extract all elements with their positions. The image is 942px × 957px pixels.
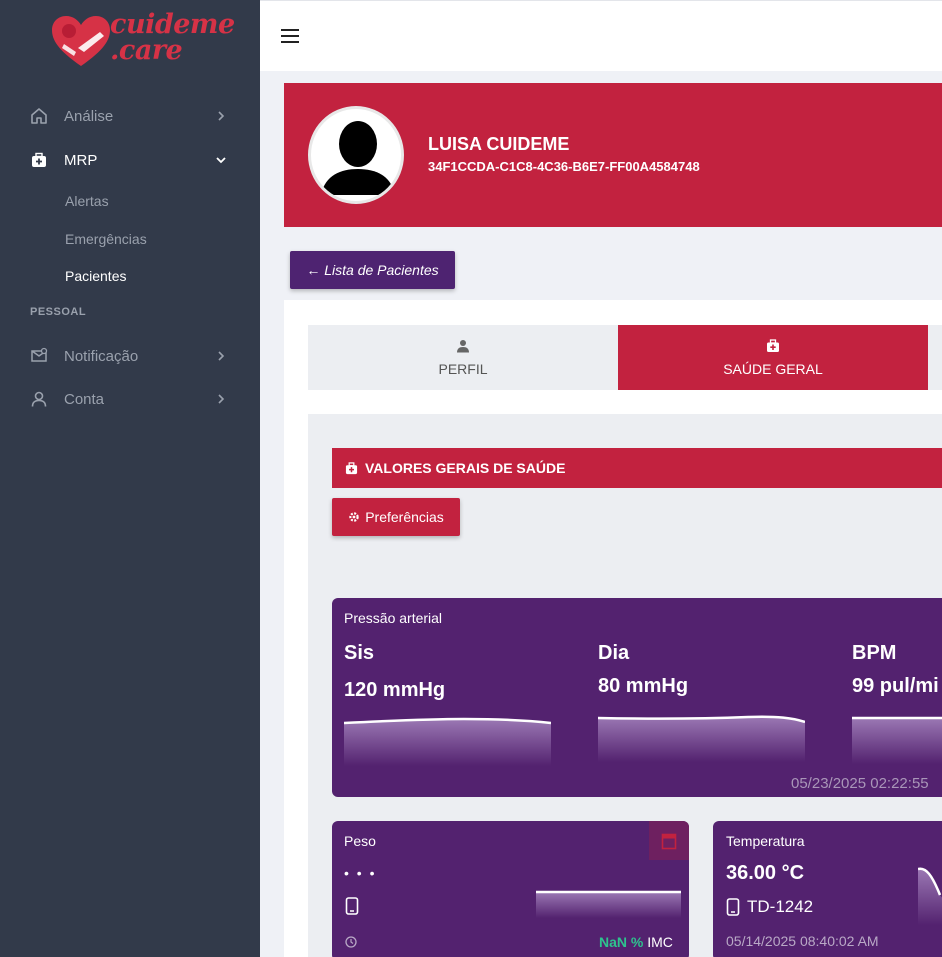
metric-label: Dia [598,642,630,664]
sidebar-item-label: Conta [64,390,105,408]
medkit-icon [32,152,46,167]
metric-value: 80 mmHg [598,675,689,697]
brand-logo[interactable]: cuideme .care [50,10,235,70]
phone-icon [726,898,740,916]
tab-saude-geral[interactable]: SAÚDE GERAL [618,325,928,390]
blood-pressure-card[interactable]: Pressão arterial Sis 120 mmHg Dia 80 mmH… [332,598,942,797]
mail-check-icon [31,347,48,362]
medkit-icon [767,338,779,352]
sidebar-subitem-pacientes[interactable]: Pacientes [65,268,126,284]
section-label-pessoal: PESSOAL [30,306,87,318]
metric-value: 120 mmHg [344,679,446,701]
systolic-metric: Sis 120 mmHg [344,642,445,702]
loading-dots: • • • [344,865,377,881]
sidebar-subitem-emergencias[interactable]: Emergências [65,231,147,247]
systolic-sparkline [344,717,551,766]
timestamp: 05/14/2025 08:40:02 AM [726,933,879,949]
preferences-button[interactable]: Preferências [332,498,460,536]
diastolic-sparkline [598,715,805,762]
medkit-icon [345,461,358,474]
section-header: VALORES GERAIS DE SAÚDE [332,448,942,488]
gear-icon [349,512,359,522]
metric-label: Sis [344,642,375,664]
chevron-right-icon [218,351,225,361]
device-info: TD-1242 [726,897,813,917]
sidebar-item-notificacao[interactable]: Notificação [0,336,260,376]
phone-icon [345,897,359,915]
sidebar-item-analise[interactable]: Análise [0,96,260,136]
tab-label: PERFIL [438,360,488,377]
imc-readout: NaN % IMC [599,934,673,950]
sidebar-item-label: Análise [64,107,114,125]
chevron-right-icon [218,111,225,121]
sidebar-subitem-alertas[interactable]: Alertas [65,193,109,209]
user-silhouette-icon [321,121,395,195]
calendar-button[interactable] [649,821,689,860]
chevron-down-icon [216,157,226,164]
heart-hand-icon [52,16,110,66]
timestamp: 05/23/2025 02:22:55 [791,775,929,792]
patient-name: LUISA CUIDEME [428,134,570,154]
device-id: TD-1242 [747,897,814,916]
temperature-sparkline [918,867,942,925]
user-icon [457,339,469,352]
card-title: Temperatura [726,833,805,849]
tab-perfil[interactable]: PERFIL [308,325,618,390]
avatar [308,106,404,204]
clock-icon [345,936,357,948]
section-title: VALORES GERAIS DE SAÚDE [365,460,566,476]
sidebar: cuideme .care Análise MRP Alertas Emergê… [0,0,260,957]
diastolic-metric: Dia 80 mmHg [598,642,688,698]
temperature-card[interactable]: Temperatura 36.00 °C TD-1242 05/14/2025 … [713,821,942,957]
weight-sparkline [536,890,681,918]
metric-label: BPM [852,642,897,664]
card-title: Peso [344,833,376,849]
tab-label: SAÚDE GERAL [723,360,823,377]
patient-id: 34F1CCDA-C1C8-4C36-B6E7-FF00A4584748 [428,159,700,174]
sidebar-item-mrp[interactable]: MRP [0,140,260,180]
card-title: Pressão arterial [344,610,443,626]
calendar-icon [661,833,677,849]
tab-next[interactable] [928,325,942,390]
preferences-label: Preferências [365,509,444,525]
sidebar-item-conta[interactable]: Conta [0,379,260,419]
menu-toggle-icon[interactable] [281,29,299,45]
bpm-sparkline [852,716,942,764]
metric-value: 99 pul/mi [852,675,939,697]
sidebar-item-label: MRP [64,151,98,169]
sidebar-item-label: Notificação [64,347,139,365]
weight-card[interactable]: Peso • • • NaN % IMC [332,821,689,957]
back-to-patient-list-button[interactable]: ← Lista de Pacientes [290,251,455,289]
brand-wordmark: cuideme .care [110,9,235,66]
chevron-right-icon [218,394,225,404]
top-bar [260,0,942,71]
patient-header: LUISA CUIDEME 34F1CCDA-C1C8-4C36-B6E7-FF… [284,83,942,227]
user-icon [31,391,47,407]
imc-label: IMC [647,934,673,950]
temperature-value: 36.00 °C [726,862,805,884]
home-icon [31,108,47,124]
imc-percent: NaN % [599,934,644,950]
bpm-metric: BPM 99 pul/mi [852,642,939,698]
